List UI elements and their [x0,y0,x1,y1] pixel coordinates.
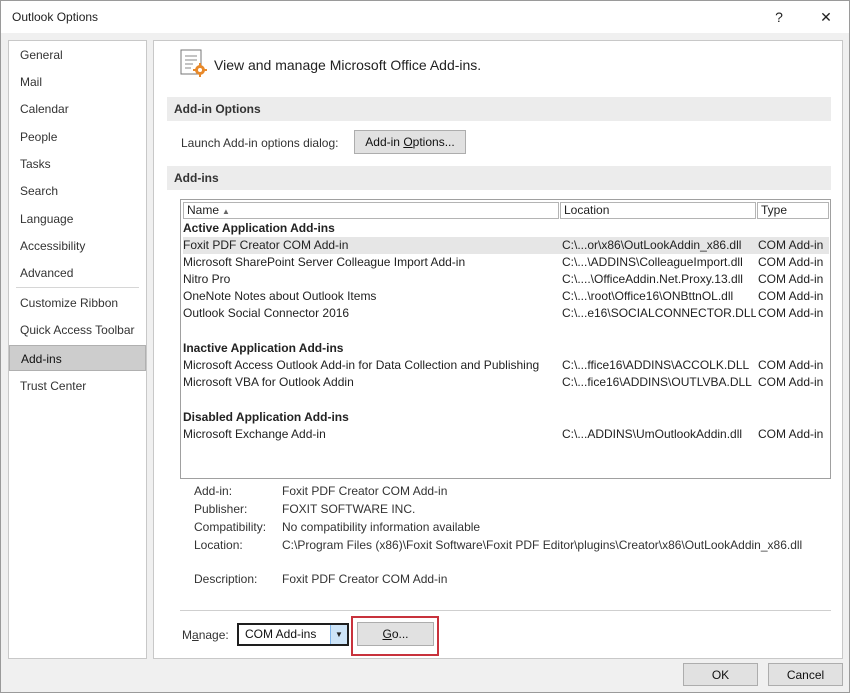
table-row[interactable]: OneNote Notes about Outlook Items C:\...… [183,288,829,305]
group-disabled-addins: Disabled Application Add-ins [183,410,349,424]
detail-location-value: C:\Program Files (x86)\Foxit Software\Fo… [282,538,803,552]
nav-item-general[interactable]: General [9,42,146,68]
addin-type: COM Add-in [758,289,824,303]
manage-label-accelerator: a [192,628,199,642]
divider [180,610,831,611]
nav-divider [16,287,139,288]
addin-options-label-post: ptions... [412,135,455,149]
table-row[interactable]: Foxit PDF Creator COM Add-in C:\...or\x8… [183,237,829,254]
addin-options-label-pre: Add-in [365,135,404,149]
nav-item-add-ins[interactable]: Add-ins [9,345,146,371]
nav-item-language[interactable]: Language [9,206,146,232]
manage-label-pre: M [182,628,192,642]
addin-type: COM Add-in [758,375,824,389]
manage-label-post: nage: [198,628,229,642]
table-row[interactable]: Nitro Pro C:\....\OfficeAddin.Net.Proxy.… [183,271,829,288]
group-inactive-addins: Inactive Application Add-ins [183,341,344,355]
addin-type: COM Add-in [758,427,824,441]
sort-ascending-icon: ▲ [222,207,230,216]
addin-type: COM Add-in [758,306,824,320]
close-button[interactable]: ✕ [809,1,843,33]
addin-name: Microsoft Access Outlook Add-in for Data… [183,358,540,372]
title-bar: Outlook Options ? ✕ [1,1,849,33]
column-name-label: Name [187,203,220,217]
manage-select-value: COM Add-ins [245,627,317,641]
nav-item-customize-ribbon[interactable]: Customize Ribbon [9,290,146,316]
addin-location: C:\...ffice16\ADDINS\ACCOLK.DLL [562,358,750,372]
addins-gear-icon [180,49,207,77]
manage-label: Manage: [182,628,229,642]
table-row[interactable]: Microsoft SharePoint Server Colleague Im… [183,254,829,271]
nav-item-mail[interactable]: Mail [9,69,146,95]
detail-compat-label: Compatibility: [194,520,267,534]
outlook-options-dialog: Outlook Options ? ✕ General Mail Calenda… [0,0,850,693]
table-row[interactable]: Microsoft Exchange Add-in C:\...ADDINS\U… [183,426,829,443]
nav-item-quick-access-toolbar[interactable]: Quick Access Toolbar [9,317,146,343]
go-button[interactable]: Go... [357,622,434,646]
detail-description-value: Foxit PDF Creator COM Add-in [282,572,448,586]
page-title: View and manage Microsoft Office Add-ins… [214,57,482,73]
options-nav: General Mail Calendar People Tasks Searc… [8,40,147,659]
go-label-post: o... [391,627,409,641]
addins-panel: View and manage Microsoft Office Add-ins… [153,40,843,659]
go-accelerator: G [382,627,392,641]
cancel-button[interactable]: Cancel [768,663,843,686]
detail-publisher-label: Publisher: [194,502,248,516]
nav-item-advanced[interactable]: Advanced [9,260,146,286]
addin-name: Outlook Social Connector 2016 [183,306,350,320]
table-row[interactable]: Microsoft Access Outlook Add-in for Data… [183,357,829,374]
nav-item-calendar[interactable]: Calendar [9,96,146,122]
addin-options-accelerator: O [403,135,413,149]
addin-options-button[interactable]: Add-in Options... [354,130,466,154]
addin-location: C:\....\OfficeAddin.Net.Proxy.13.dll [562,272,743,286]
ok-button[interactable]: OK [683,663,758,686]
chevron-down-icon[interactable]: ▼ [330,625,347,644]
addin-location: C:\...fice16\ADDINS\OUTLVBA.DLL [562,375,752,389]
addin-location: C:\...\root\Office16\ONBttnOL.dll [562,289,734,303]
addin-name: Microsoft VBA for Outlook Addin [183,375,354,389]
detail-compat-value: No compatibility information available [282,520,481,534]
nav-item-trust-center[interactable]: Trust Center [9,373,146,399]
addin-name: Nitro Pro [183,272,231,286]
addin-location: C:\...ADDINS\UmOutlookAddin.dll [562,427,743,441]
addin-name: Foxit PDF Creator COM Add-in [183,238,349,252]
addin-location: C:\...e16\SOCIALCONNECTOR.DLL [562,306,756,320]
table-row[interactable]: Microsoft VBA for Outlook Addin C:\...fi… [183,374,829,391]
help-button[interactable]: ? [762,1,796,33]
addin-type: COM Add-in [758,238,824,252]
manage-select[interactable]: COM Add-ins ▼ [237,623,349,646]
addin-name: Microsoft Exchange Add-in [183,427,326,441]
column-header-type[interactable]: Type [757,202,829,219]
addin-location: C:\...\ADDINS\ColleagueImport.dll [562,255,743,269]
group-active-addins: Active Application Add-ins [183,221,335,235]
detail-location-label: Location: [194,538,243,552]
detail-publisher-value: FOXIT SOFTWARE INC. [282,502,416,516]
section-addin-options: Add-in Options [167,97,831,121]
launch-addin-options-label: Launch Add-in options dialog: [181,136,339,150]
column-header-name[interactable]: Name ▲ [183,202,559,219]
table-row[interactable]: Outlook Social Connector 2016 C:\...e16\… [183,305,829,322]
addin-name: Microsoft SharePoint Server Colleague Im… [183,255,466,269]
addin-location: C:\...or\x86\OutLookAddin_x86.dll [562,238,742,252]
addin-name: OneNote Notes about Outlook Items [183,289,377,303]
close-icon: ✕ [820,8,832,25]
nav-item-people[interactable]: People [9,124,146,150]
column-header-location[interactable]: Location [560,202,756,219]
detail-description-label: Description: [194,572,258,586]
window-title: Outlook Options [12,10,99,24]
addin-type: COM Add-in [758,272,824,286]
detail-addin-value: Foxit PDF Creator COM Add-in [282,484,448,498]
nav-item-search[interactable]: Search [9,178,146,204]
addin-type: COM Add-in [758,255,824,269]
detail-addin-label: Add-in: [194,484,233,498]
addin-type: COM Add-in [758,358,824,372]
nav-item-tasks[interactable]: Tasks [9,151,146,177]
nav-item-accessibility[interactable]: Accessibility [9,233,146,259]
section-addins: Add-ins [167,166,831,190]
addins-list[interactable]: Name ▲ Location Type Active Application A… [180,199,831,479]
